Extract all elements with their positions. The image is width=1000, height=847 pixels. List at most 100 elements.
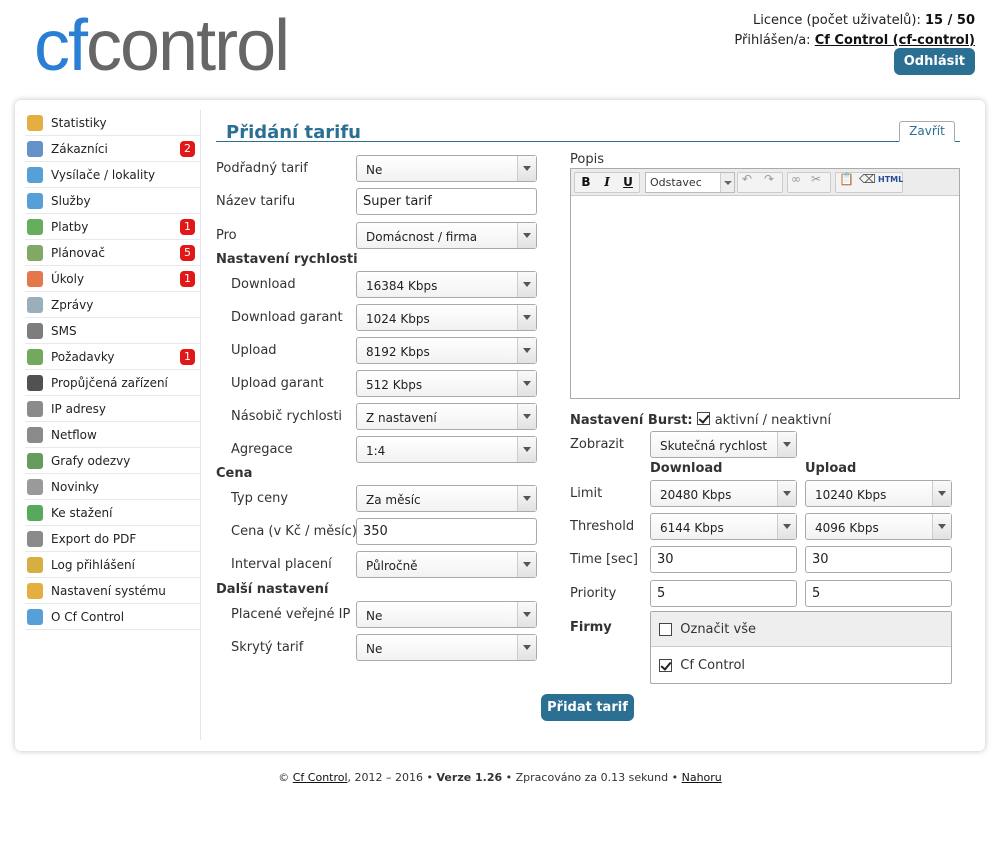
typ-ceny-select[interactable]: Za měsíc — [356, 485, 537, 512]
select-all-checkbox[interactable] — [659, 622, 672, 636]
count-badge: 1 — [180, 349, 195, 365]
undo-icon[interactable]: ↶ — [742, 172, 752, 186]
priority-upload-input[interactable]: 5 — [805, 580, 952, 607]
main-card: Statistiky Zákazníci 2 Vysílače / lokality S… — [15, 100, 985, 751]
burst-label-text: Nastavení Burst: — [570, 413, 693, 428]
sidebar: Statistiky Zákazníci 2 Vysílače / lokality S… — [25, 110, 201, 740]
back-to-top-link[interactable]: Nahoru — [682, 771, 722, 784]
firm-row[interactable]: Cf Control — [651, 647, 951, 684]
sidebar-item-label: Ke stažení — [51, 505, 113, 520]
link-icon[interactable]: ∞ — [791, 172, 801, 186]
priority-download-input[interactable]: 5 — [650, 580, 797, 607]
sidebar-item[interactable]: O Cf Control — [25, 604, 200, 630]
count-badge: 1 — [180, 271, 195, 287]
firm-checkbox[interactable] — [659, 659, 672, 672]
sidebar-item[interactable]: Nastavení systému — [25, 578, 200, 604]
limit-upload-select[interactable]: 10240 Kbps — [805, 480, 952, 507]
sidebar-item[interactable]: Propůjčená zařízení — [25, 370, 200, 396]
ip-icon — [27, 400, 43, 417]
sidebar-item[interactable]: Grafy odezvy — [25, 448, 200, 474]
agregace-select[interactable]: 1:4 — [356, 436, 537, 463]
hidden-tariff-value: Ne — [366, 642, 383, 656]
interval-select[interactable]: Půlročně — [356, 551, 537, 578]
chevron-down-icon — [932, 514, 951, 539]
sidebar-item[interactable]: Zákazníci 2 — [25, 136, 200, 162]
paste-icon[interactable]: 📋 — [839, 172, 854, 186]
cena-label: Cena (v Kč / měsíc) — [231, 524, 357, 539]
sidebar-item[interactable]: SMS — [25, 318, 200, 344]
sidebar-item[interactable]: Netflow — [25, 422, 200, 448]
sidebar-item[interactable]: Platby 1 — [25, 214, 200, 240]
sidebar-item[interactable]: Ke stažení — [25, 500, 200, 526]
select-all-row[interactable]: Označit vše — [651, 612, 951, 647]
html-source-button[interactable]: HTML — [878, 175, 903, 184]
sidebar-item[interactable]: Vysílače / lokality — [25, 162, 200, 188]
sidebar-item[interactable]: Statistiky — [25, 110, 200, 136]
redo-icon[interactable]: ↷ — [764, 172, 774, 186]
sidebar-item[interactable]: IP adresy — [25, 396, 200, 422]
hidden-tariff-select[interactable]: Ne — [356, 634, 537, 661]
threshold-download-select[interactable]: 6144 Kbps — [650, 513, 797, 540]
nazev-input[interactable]: Super tarif — [356, 188, 537, 215]
zobrazit-select[interactable]: Skutečná rychlost — [650, 431, 797, 458]
sidebar-item-label: Nastavení systému — [51, 583, 166, 598]
zobrazit-label: Zobrazit — [570, 437, 624, 452]
threshold-upload-select[interactable]: 4096 Kbps — [805, 513, 952, 540]
add-tariff-button[interactable]: Přidat tarif — [541, 694, 634, 721]
public-ip-select[interactable]: Ne — [356, 601, 537, 628]
logged-label: Přihlášen/a: — [734, 33, 811, 48]
underline-button[interactable]: U — [618, 173, 638, 192]
licence-label: Licence (počet uživatelů): — [752, 13, 921, 28]
download-select[interactable]: 16384 Kbps — [356, 271, 537, 298]
sidebar-item[interactable]: Novinky — [25, 474, 200, 500]
pro-select[interactable]: Domácnost / firma — [356, 222, 537, 249]
chevron-down-icon — [777, 514, 796, 539]
close-button[interactable]: Zavřít — [899, 121, 955, 142]
time-upload-input[interactable]: 30 — [805, 546, 952, 573]
sidebar-item-label: Zprávy — [51, 297, 94, 312]
nazev-label: Název tarifu — [216, 194, 296, 209]
paragraph-format-select[interactable]: Odstavec — [645, 172, 735, 193]
sidebar-item-label: SMS — [51, 323, 77, 338]
sidebar-item[interactable]: Log přihlášení — [25, 552, 200, 578]
chevron-down-icon — [932, 481, 951, 506]
sidebar-item[interactable]: Zprávy — [25, 292, 200, 318]
brand-link[interactable]: Cf Control — [293, 771, 348, 784]
bold-button[interactable]: B — [576, 173, 596, 192]
chevron-down-icon — [777, 481, 796, 506]
user-link[interactable]: Cf Control (cf-control) — [815, 33, 975, 48]
users-icon — [27, 140, 43, 157]
info-icon — [27, 608, 43, 625]
cena-input[interactable]: 350 — [356, 518, 537, 545]
nasobic-select[interactable]: Z nastavení — [356, 403, 537, 430]
download-garant-select[interactable]: 1024 Kbps — [356, 304, 537, 331]
limit-download-select[interactable]: 20480 Kbps — [650, 480, 797, 507]
dalsi-section-heading: Další nastavení — [216, 582, 329, 597]
rich-text-editor[interactable]: B I U Odstavec ↶ ↷ ∞ ✂ 📋 ⌫ HTML — [570, 168, 960, 399]
podradny-select[interactable]: Ne — [356, 155, 537, 182]
footer: © Cf Control, 2012 – 2016 • Verze 1.26 •… — [0, 771, 1000, 784]
sidebar-item[interactable]: Požadavky 1 — [25, 344, 200, 370]
sidebar-item[interactable]: Úkoly 1 — [25, 266, 200, 292]
unlink-icon[interactable]: ✂ — [811, 172, 821, 186]
select-all-label: Označit vše — [680, 621, 756, 637]
sidebar-item[interactable]: Služby — [25, 188, 200, 214]
sidebar-item[interactable]: Export do PDF — [25, 526, 200, 552]
interval-value: Půlročně — [366, 559, 418, 573]
sidebar-item[interactable]: Plánovač 5 — [25, 240, 200, 266]
eraser-icon[interactable]: ⌫ — [859, 172, 876, 186]
sidebar-item-label: Zákazníci — [51, 141, 108, 156]
upload-garant-select[interactable]: 512 Kbps — [356, 370, 537, 397]
count-badge: 5 — [180, 245, 195, 261]
burst-checkbox[interactable] — [697, 412, 711, 425]
sidebar-item-label: Grafy odezvy — [51, 453, 131, 468]
logo-cf: cf — [34, 6, 88, 86]
logout-button[interactable]: Odhlásit — [893, 48, 975, 75]
italic-button[interactable]: I — [597, 173, 617, 192]
time-download-input[interactable]: 30 — [650, 546, 797, 573]
paragraph-format-value: Odstavec — [650, 176, 702, 189]
logo[interactable]: cfcontrol — [34, 6, 290, 86]
chevron-down-icon — [517, 404, 536, 429]
upload-select[interactable]: 8192 Kbps — [356, 337, 537, 364]
firm-label: Cf Control — [680, 658, 746, 673]
